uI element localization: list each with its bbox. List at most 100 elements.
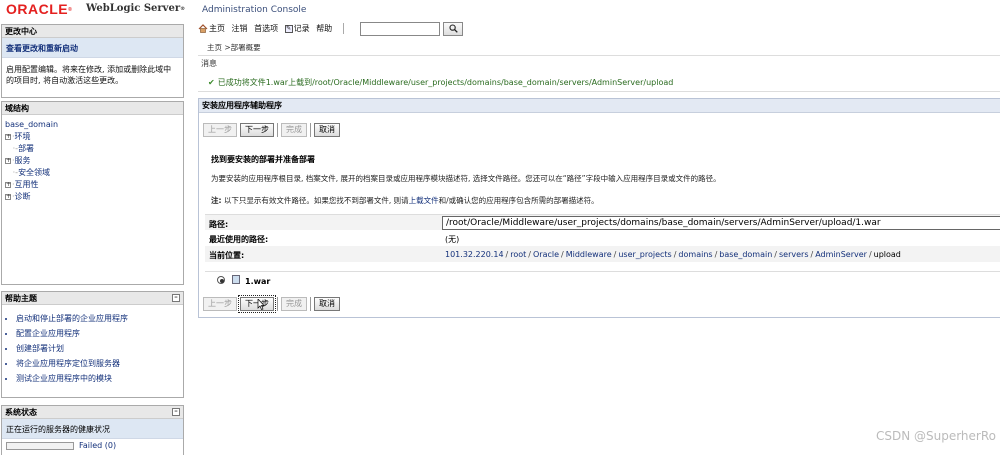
system-status-panel: 系统状态 – 正在运行的服务器的健康状况 Failed (0) — [1, 405, 184, 455]
messages-title: 消息 — [201, 59, 217, 68]
help-link[interactable]: 创建部署计划 — [16, 341, 183, 356]
path-table: 路径: /root/Oracle/Middleware/user_project… — [205, 214, 1000, 262]
view-changes-link[interactable]: 查看更改和重新启动 — [2, 38, 183, 58]
install-wizard: 安装应用程序辅助程序 上一步 下一步 完成 取消 找到要安装的部署并准备部署 为要安装… — [198, 98, 1000, 318]
cancel-button[interactable]: 取消 — [314, 297, 340, 311]
recent-path-row: 最近使用的路径: (无) — [205, 230, 1000, 246]
logout-link[interactable]: 注销 — [232, 22, 248, 36]
record-icon: ✎ — [284, 24, 293, 33]
path-row: 路径: /root/Oracle/Middleware/user_project… — [205, 214, 1000, 230]
path-segment-link[interactable]: servers — [779, 250, 809, 259]
left-panel: 更改中心 查看更改和重新启动 启用配置编辑。将来在修改, 添加或删除此域中的项目… — [0, 22, 186, 455]
path-segment-link[interactable]: root — [510, 250, 526, 259]
expand-icon[interactable]: + — [5, 193, 11, 200]
path-segment-link[interactable]: 101.32.220.14 — [445, 250, 504, 259]
breadcrumb: 主页 >部署概要 — [207, 43, 261, 52]
cancel-button[interactable]: 取消 — [314, 123, 340, 137]
watermark: CSDN @SuperherRo — [875, 429, 996, 443]
app-header: ORACLE® WebLogic Server® Administration … — [0, 0, 1000, 18]
tree-item-diagnostics[interactable]: +·诊断 — [5, 191, 180, 203]
button-divider — [310, 123, 311, 137]
path-segment-link[interactable]: domains — [678, 250, 712, 259]
wizard-buttons-bottom: 上一步 下一步 完成 取消 — [203, 295, 343, 313]
section-title: 找到要安装的部署并准备部署 — [211, 155, 315, 164]
system-status-title: 系统状态 – — [2, 406, 183, 419]
minimize-icon[interactable]: – — [172, 294, 180, 302]
path-segment-link[interactable]: AdminServer — [815, 250, 867, 259]
path-segment-current: upload — [873, 250, 901, 259]
home-icon — [198, 24, 208, 33]
path-segment-link[interactable]: base_domain — [719, 250, 772, 259]
war-file-icon — [232, 275, 240, 284]
toolbar-divider — [342, 23, 344, 34]
failed-link[interactable]: Failed (0) — [79, 441, 116, 450]
tree-item-services[interactable]: +·服务 — [5, 155, 180, 167]
expand-icon[interactable]: + — [5, 181, 11, 188]
finish-button[interactable]: 完成 — [281, 297, 307, 311]
path-segment-link[interactable]: user_projects — [618, 250, 671, 259]
help-link[interactable]: 帮助 — [316, 22, 332, 36]
search-input[interactable] — [360, 22, 440, 36]
mouse-pointer-icon — [257, 299, 265, 310]
record-link[interactable]: ✎ 记录 — [284, 22, 310, 36]
path-segment-link[interactable]: Middleware — [566, 250, 612, 259]
health-subtitle: 正在运行的服务器的健康状况 — [2, 419, 183, 439]
top-toolbar: 主页 注销 首选项 ✎ 记录 帮助 — [198, 22, 1000, 37]
help-link[interactable]: 测试企业应用程序中的模块 — [16, 371, 183, 386]
wizard-buttons-top: 上一步 下一步 完成 取消 — [203, 123, 343, 139]
path-input[interactable]: /root/Oracle/Middleware/user_projects/do… — [442, 216, 1000, 230]
button-divider — [277, 297, 278, 311]
domain-tree: base_domain +·环境 ·-部署 +·服务 ·-安全领域 +·互用性 … — [2, 115, 183, 207]
health-row: Failed (0) — [2, 439, 183, 453]
button-divider — [310, 297, 311, 311]
back-button[interactable]: 上一步 — [203, 297, 237, 311]
finish-button[interactable]: 完成 — [281, 123, 307, 137]
expand-icon[interactable]: + — [5, 133, 11, 140]
messages-panel: 消息 ✔ 已成功将文件1.war上载到/root/Oracle/Middlewar… — [198, 55, 1000, 92]
domain-structure-panel: 域结构 base_domain +·环境 ·-部署 +·服务 ·-安全领域 +·… — [1, 101, 184, 285]
section-description: 为要安装的应用程序根目录, 档案文件, 展开的档案目录或应用程序模块描述符, 选… — [211, 174, 721, 183]
help-link[interactable]: 将企业应用程序定位到服务器 — [16, 356, 183, 371]
path-segment-link[interactable]: Oracle — [533, 250, 559, 259]
success-message: ✔ 已成功将文件1.war上载到/root/Oracle/Middleware/u… — [208, 78, 674, 87]
file-row: 1.war — [205, 271, 1000, 289]
search-button[interactable] — [443, 22, 463, 36]
domain-structure-title: 域结构 — [2, 102, 183, 115]
help-link[interactable]: 配置企业应用程序 — [16, 326, 183, 341]
preferences-link[interactable]: 首选项 — [254, 22, 278, 36]
product-name: WebLogic Server® — [86, 3, 186, 14]
current-location-path: 101.32.220.14/root / Oracle / Middleware / use… — [445, 250, 901, 259]
home-link[interactable]: 主页 — [198, 22, 225, 36]
tree-root-base-domain[interactable]: base_domain — [5, 119, 180, 131]
help-link[interactable]: 启动和停止部署的企业应用程序 — [16, 311, 183, 326]
help-topics-panel: 帮助主题– 启动和停止部署的企业应用程序 配置企业应用程序 创建部署计划 将企业… — [1, 291, 184, 398]
section-note: 注: 以下只显示有效文件路径。如果您找不到部署文件, 则请上载文件和/或确认您的… — [211, 196, 599, 205]
help-topics-list: 启动和停止部署的企业应用程序 配置企业应用程序 创建部署计划 将企业应用程序定位… — [2, 305, 183, 386]
recent-path-label: 最近使用的路径: — [209, 235, 269, 244]
console-title: Administration Console — [202, 5, 307, 15]
path-label: 路径: — [209, 220, 229, 229]
next-button[interactable]: 下一步 — [240, 123, 274, 137]
tree-item-interoperability[interactable]: +·互用性 — [5, 179, 180, 191]
file-name: 1.war — [245, 277, 271, 286]
file-radio[interactable] — [217, 276, 225, 284]
minimize-icon[interactable]: – — [172, 408, 180, 416]
recent-path-value: (无) — [445, 235, 460, 244]
change-center-text: 启用配置编辑。将来在修改, 添加或删除此域中的项目时, 将自动激活这些更改。 — [6, 65, 172, 85]
help-topics-title: 帮助主题 – — [2, 292, 183, 305]
change-center-title: 更改中心 — [2, 25, 183, 38]
current-location-row: 当前位置: 101.32.220.14/root / Oracle / Middlewa… — [205, 246, 1000, 262]
search-icon — [448, 24, 458, 33]
expand-icon[interactable]: + — [5, 157, 11, 164]
button-divider — [277, 123, 278, 137]
oracle-logo: ORACLE® — [6, 1, 73, 17]
wizard-title: 安装应用程序辅助程序 — [199, 99, 1000, 113]
current-location-label: 当前位置: — [209, 251, 245, 260]
tree-item-security-realms[interactable]: ·-安全领域 — [5, 167, 180, 179]
upload-files-link[interactable]: 上载文件 — [409, 196, 439, 205]
health-bar — [6, 442, 74, 450]
tree-item-deployments[interactable]: ·-部署 — [5, 143, 180, 155]
change-center-panel: 更改中心 查看更改和重新启动 启用配置编辑。将来在修改, 添加或删除此域中的项目… — [1, 24, 184, 98]
back-button[interactable]: 上一步 — [203, 123, 237, 137]
tree-item-environment[interactable]: +·环境 — [5, 131, 180, 143]
